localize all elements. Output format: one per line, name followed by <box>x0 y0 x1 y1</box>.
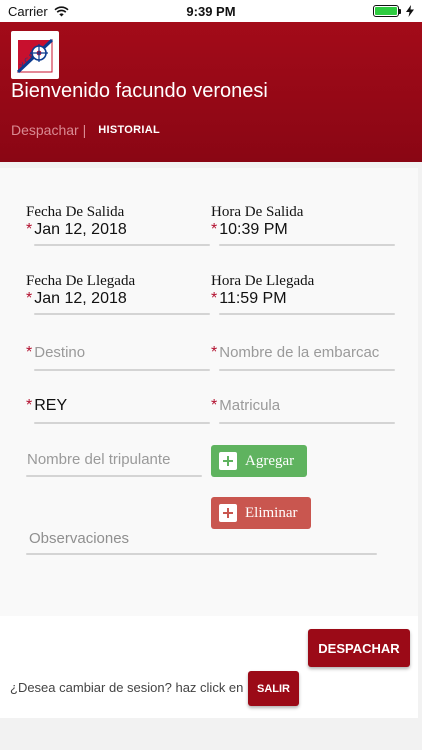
eliminar-button[interactable]: Eliminar <box>211 497 311 529</box>
required-mark: * <box>211 344 218 361</box>
hora-salida-field[interactable]: Hora De Salida * 10:39 PM <box>211 204 303 239</box>
required-mark: * <box>211 290 218 307</box>
embarcacion-placeholder: Nombre de la embarcac <box>219 344 380 361</box>
hora-salida-underline <box>219 244 395 246</box>
header-tabs: Despachar | HISTORIAL <box>11 122 160 138</box>
rey-value: REY <box>34 397 68 414</box>
hora-llegada-field[interactable]: Hora De Llegada * 11:59 PM <box>211 273 314 308</box>
required-mark: * <box>211 221 218 238</box>
destino-placeholder: Destino <box>34 344 86 361</box>
plus-icon <box>219 452 237 470</box>
status-right <box>373 5 414 17</box>
fecha-llegada-value: Jan 12, 2018 <box>34 290 127 307</box>
charging-bolt-icon <box>406 5 414 17</box>
destino-underline <box>34 369 210 371</box>
fecha-llegada-underline <box>34 313 210 315</box>
tab-despachar[interactable]: Despachar | <box>11 122 86 138</box>
wifi-icon <box>54 5 69 16</box>
fecha-salida-underline <box>34 244 210 246</box>
hora-salida-value: 10:39 PM <box>219 221 288 238</box>
fecha-salida-field[interactable]: Fecha De Salida * Jan 12, 2018 <box>26 204 127 239</box>
rey-underline <box>34 422 210 424</box>
app-header: Y C F Bienvenido facundo veronesi Despac… <box>0 22 422 162</box>
welcome-title: Bienvenido facundo veronesi <box>11 80 268 102</box>
matricula-placeholder: Matricula <box>219 397 281 414</box>
observaciones-input[interactable]: Observaciones <box>29 530 374 548</box>
required-mark: * <box>26 290 33 307</box>
rey-input[interactable]: * REY <box>26 397 210 415</box>
required-mark: * <box>26 221 33 238</box>
required-mark: * <box>211 397 218 414</box>
matricula-underline <box>219 422 395 424</box>
hora-llegada-underline <box>219 313 395 315</box>
agregar-label: Agregar <box>245 452 295 469</box>
required-mark: * <box>26 397 33 414</box>
destino-input[interactable]: * Destino <box>26 344 210 362</box>
embarcacion-input[interactable]: * Nombre de la embarcac <box>211 344 395 362</box>
status-left: Carrier <box>8 4 69 19</box>
dispatch-form: Fecha De Salida * Jan 12, 2018 Hora De S… <box>0 168 418 616</box>
embarcacion-underline <box>219 369 395 371</box>
tripulante-underline <box>26 475 202 477</box>
tab-historial[interactable]: HISTORIAL <box>98 124 160 136</box>
fecha-llegada-label: Fecha De Llegada <box>26 273 136 289</box>
battery-icon <box>373 5 401 17</box>
hora-salida-label: Hora De Salida <box>211 204 304 220</box>
carrier-label: Carrier <box>8 3 48 19</box>
club-logo-icon: Y C F <box>16 38 54 74</box>
status-bar: Carrier 9:39 PM <box>0 0 422 22</box>
despachar-button[interactable]: DESPACHAR <box>308 629 410 667</box>
eliminar-label: Eliminar <box>245 504 298 521</box>
fecha-llegada-field[interactable]: Fecha De Llegada * Jan 12, 2018 <box>26 273 135 308</box>
matricula-input[interactable]: * Matricula <box>211 397 395 415</box>
tripulante-placeholder: Nombre del tripulante <box>27 451 171 468</box>
agregar-button[interactable]: Agregar <box>211 445 307 477</box>
required-mark: * <box>26 344 33 361</box>
change-session-text: ¿Desea cambiar de sesion? haz click en <box>10 680 244 695</box>
footer: DESPACHAR ¿Desea cambiar de sesion? haz … <box>0 616 418 718</box>
hora-llegada-label: Hora De Llegada <box>211 273 315 289</box>
tripulante-input[interactable]: Nombre del tripulante <box>27 451 202 469</box>
fecha-salida-value: Jan 12, 2018 <box>34 221 127 238</box>
club-logo: Y C F <box>11 31 59 79</box>
observaciones-placeholder: Observaciones <box>29 530 130 547</box>
fecha-salida-label: Fecha De Salida <box>26 204 125 220</box>
salir-button[interactable]: SALIR <box>248 671 299 706</box>
observaciones-underline <box>26 553 377 555</box>
plus-icon <box>219 504 237 522</box>
hora-llegada-value: 11:59 PM <box>219 290 287 307</box>
